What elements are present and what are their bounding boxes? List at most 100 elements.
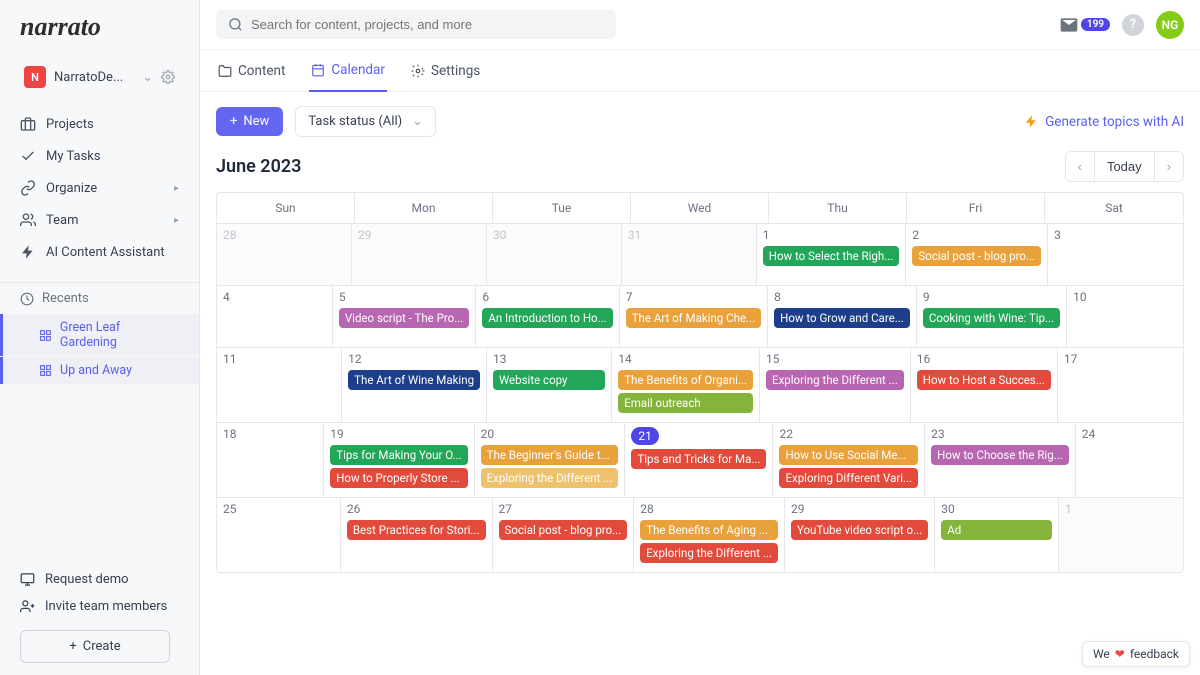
calendar-cell[interactable]: 1How to Select the Righ... — [757, 224, 907, 286]
sidebar-item-mytasks[interactable]: My Tasks — [0, 140, 199, 172]
calendar-event[interactable]: Ad — [941, 520, 1052, 540]
calendar-event[interactable]: Tips for Making Your O... — [330, 445, 467, 465]
calendar-event[interactable]: How to Grow and Care... — [774, 308, 910, 328]
user-plus-icon — [20, 599, 35, 614]
calendar-cell[interactable]: 30 — [487, 224, 622, 286]
day-number: 20 — [481, 427, 495, 441]
gear-icon[interactable] — [161, 70, 175, 84]
calendar-cell[interactable]: 18 — [217, 423, 324, 498]
notification-count: 199 — [1081, 18, 1110, 31]
calendar-event[interactable]: How to Properly Store ... — [330, 468, 467, 488]
workspace-switcher[interactable]: N NarratoDe... ⌄ — [8, 58, 191, 96]
calendar-cell[interactable]: 8How to Grow and Care... — [768, 286, 917, 348]
calendar-cell[interactable]: 23How to Choose the Rig... — [925, 423, 1076, 498]
calendar-cell[interactable]: 15Exploring the Different ... — [760, 348, 911, 423]
sidebar-item-ai[interactable]: AI Content Assistant — [0, 236, 199, 268]
request-demo-link[interactable]: Request demo — [20, 566, 179, 593]
calendar-cell[interactable]: 11 — [217, 348, 342, 423]
calendar-event[interactable]: An Introduction to Ho... — [482, 308, 612, 328]
calendar-cell[interactable]: 3 — [1048, 224, 1183, 286]
calendar-cell[interactable]: 30 Ad — [935, 498, 1059, 572]
calendar-cell[interactable]: 28The Benefits of Aging ...Exploring the… — [634, 498, 785, 572]
calendar-cell[interactable]: 12The Art of Wine Making — [342, 348, 487, 423]
day-number: 10 — [1073, 290, 1087, 304]
sidebar-item-team[interactable]: Team ▸ — [0, 204, 199, 236]
calendar-cell[interactable]: 1 — [1059, 498, 1183, 572]
calendar-event[interactable]: Social post - blog pro... — [912, 246, 1041, 266]
day-number: 30 — [941, 502, 955, 516]
calendar-event[interactable]: The Art of Making Che... — [626, 308, 761, 328]
prev-month-button[interactable]: ‹ — [1066, 152, 1095, 181]
day-number: 9 — [923, 290, 930, 304]
calendar-cell[interactable]: 17 — [1058, 348, 1183, 423]
calendar-event[interactable]: Exploring Different Vari... — [779, 468, 918, 488]
calendar-cell[interactable]: 27Social post - blog pro... — [493, 498, 635, 572]
calendar-cell[interactable]: 28 — [217, 224, 352, 286]
next-month-button[interactable]: › — [1154, 152, 1183, 181]
calendar-cell[interactable]: 24 — [1076, 423, 1183, 498]
calendar-event[interactable]: Video script - The Pro... — [339, 308, 469, 328]
calendar-event[interactable]: How to Host a Succes... — [917, 370, 1051, 390]
day-number: 13 — [493, 352, 507, 366]
calendar-cell[interactable]: 16How to Host a Succes... — [911, 348, 1058, 423]
sidebar-item-projects[interactable]: Projects — [0, 108, 199, 140]
calendar-cell[interactable]: 20 The Beginner's Guide t... Exploring the… — [475, 423, 626, 498]
calendar-cell[interactable]: 13 Website copy — [487, 348, 612, 423]
calendar-cell[interactable]: 9 Cooking with Wine: Tip... — [917, 286, 1067, 348]
calendar-event[interactable]: Best Practices for Stori... — [347, 520, 486, 540]
calendar-cell[interactable]: 21Tips and Tricks for Ma... — [625, 423, 773, 498]
new-button[interactable]: + New — [216, 107, 283, 136]
calendar-cell[interactable]: 25 — [217, 498, 341, 572]
tab-settings[interactable]: Settings — [409, 51, 482, 91]
calendar-event[interactable]: Website copy — [493, 370, 605, 390]
calendar-cell[interactable]: 19Tips for Making Your O...How to Proper… — [324, 423, 474, 498]
calendar-cell[interactable]: 31 — [622, 224, 757, 286]
calendar-cell[interactable]: 29 — [352, 224, 487, 286]
calendar-event[interactable]: Exploring the Different ... — [640, 543, 778, 563]
tab-content[interactable]: Content — [216, 51, 287, 91]
recent-item[interactable]: Green Leaf Gardening — [0, 314, 199, 356]
help-button[interactable]: ? — [1122, 14, 1144, 36]
calendar-cell[interactable]: 29YouTube video script o... — [785, 498, 935, 572]
heart-icon: ❤ — [1115, 647, 1125, 661]
calendar-cell[interactable]: 2Social post - blog pro... — [906, 224, 1048, 286]
notifications-button[interactable]: 199 — [1059, 15, 1110, 35]
sidebar-item-organize[interactable]: Organize ▸ — [0, 172, 199, 204]
calendar-event[interactable]: Exploring the Different ... — [766, 370, 904, 390]
calendar-cell[interactable]: 14The Benefits of Organi...Email outreac… — [612, 348, 760, 423]
calendar-cell[interactable]: 10 — [1067, 286, 1183, 348]
calendar-cell[interactable]: 4 — [217, 286, 333, 348]
calendar-event[interactable]: Social post - blog pro... — [499, 520, 628, 540]
create-button[interactable]: + Create — [20, 630, 170, 663]
monitor-icon — [20, 572, 35, 587]
tab-calendar[interactable]: Calendar — [309, 50, 387, 92]
calendar-event[interactable]: YouTube video script o... — [791, 520, 928, 540]
generate-topics-ai[interactable]: Generate topics with AI — [1024, 114, 1184, 130]
feedback-widget[interactable]: We ❤ feedback — [1082, 641, 1190, 667]
avatar[interactable]: NG — [1156, 11, 1184, 39]
search-box[interactable] — [216, 10, 616, 39]
calendar-event[interactable]: How to Choose the Rig... — [931, 445, 1069, 465]
calendar-event[interactable]: Cooking with Wine: Tip... — [923, 308, 1060, 328]
calendar-cell[interactable]: 6An Introduction to Ho... — [476, 286, 619, 348]
calendar-event[interactable]: Tips and Tricks for Ma... — [631, 449, 766, 469]
calendar-event[interactable]: How to Select the Righ... — [763, 246, 900, 266]
task-status-filter[interactable]: Task status (All) ⌄ — [295, 106, 436, 137]
search-input[interactable] — [251, 17, 604, 32]
day-of-week: Mon — [355, 193, 493, 224]
calendar-event[interactable]: The Art of Wine Making — [348, 370, 480, 390]
calendar-event[interactable]: How to Use Social Me... — [779, 445, 918, 465]
recent-item[interactable]: Up and Away — [0, 357, 199, 384]
today-button[interactable]: Today — [1095, 152, 1154, 181]
calendar-event[interactable]: The Benefits of Organi... — [618, 370, 753, 390]
calendar-event[interactable]: The Beginner's Guide t... — [481, 445, 619, 465]
calendar-event[interactable]: Exploring the Different ... — [481, 468, 619, 488]
calendar-event[interactable]: The Benefits of Aging ... — [640, 520, 778, 540]
chevron-down-icon[interactable]: ⌄ — [142, 70, 153, 85]
invite-team-link[interactable]: Invite team members — [20, 593, 179, 620]
calendar-cell[interactable]: 5Video script - The Pro... — [333, 286, 476, 348]
calendar-cell[interactable]: 26Best Practices for Stori... — [341, 498, 493, 572]
calendar-cell[interactable]: 22How to Use Social Me...Exploring Diffe… — [773, 423, 925, 498]
calendar-event[interactable]: Email outreach — [618, 393, 753, 413]
calendar-cell[interactable]: 7The Art of Making Che... — [620, 286, 768, 348]
